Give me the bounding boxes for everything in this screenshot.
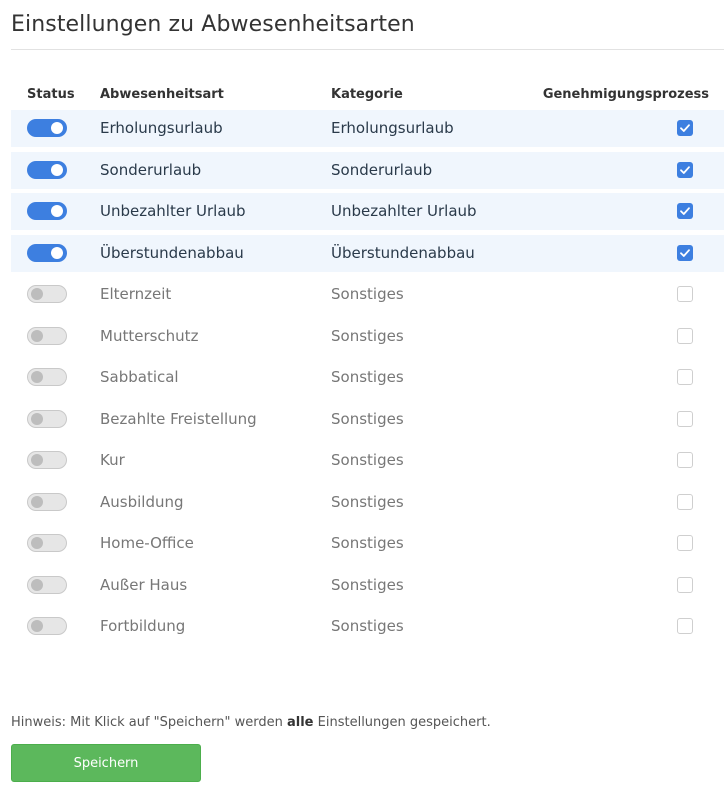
toggle-knob — [31, 578, 43, 591]
approval-checkbox[interactable] — [677, 493, 693, 510]
absence-type-name: Erholungsurlaub — [100, 119, 223, 137]
checkmark-icon — [680, 207, 690, 215]
table-row: Ausbildung Sonstiges — [11, 484, 724, 521]
absence-category: Sonstiges — [331, 285, 404, 303]
status-toggle[interactable] — [27, 285, 67, 303]
absence-type-name: Ausbildung — [100, 492, 184, 511]
absence-type-name: Kur — [100, 451, 125, 469]
approval-checkbox[interactable] — [677, 410, 693, 427]
status-toggle[interactable] — [27, 243, 67, 262]
approval-checkbox[interactable] — [677, 120, 693, 136]
toggle-knob — [31, 329, 43, 342]
save-hint-suffix: Einstellungen gespeichert. — [313, 715, 491, 730]
status-toggle[interactable] — [27, 119, 67, 137]
status-toggle[interactable] — [27, 326, 67, 345]
toggle-knob — [51, 163, 63, 176]
table-body: Erholungsurlaub Erholungsurlaub Sonderurla… — [11, 110, 724, 645]
absence-category: Sonstiges — [331, 534, 404, 552]
approval-checkbox[interactable] — [677, 244, 693, 261]
table-row: Sonderurlaub Sonderurlaub — [11, 151, 724, 189]
table-header: Status Abwesenheitsart Kategorie Genehmi… — [11, 84, 724, 110]
save-hint-prefix: Hinweis: Mit Klick auf "Speichern" werde… — [11, 715, 287, 730]
absence-category: Sonstiges — [331, 575, 404, 594]
approval-checkbox[interactable] — [677, 203, 693, 219]
absence-type-name: Unbezahlter Urlaub — [100, 202, 246, 220]
table-row: Kur Sonstiges — [11, 442, 724, 479]
absence-category: Sonstiges — [331, 409, 404, 428]
approval-checkbox[interactable] — [677, 286, 693, 302]
absence-type-name: Mutterschutz — [100, 326, 199, 345]
title-divider — [11, 49, 724, 50]
absence-category: Sonstiges — [331, 368, 404, 386]
absence-types-table: Status Abwesenheitsart Kategorie Genehmi… — [11, 84, 724, 650]
table-row: Außer Haus Sonstiges — [11, 567, 724, 604]
absence-category: Sonstiges — [331, 451, 404, 469]
table-row: Elternzeit Sonstiges — [11, 276, 724, 313]
absence-type-name: Elternzeit — [100, 285, 172, 303]
status-toggle[interactable] — [27, 409, 67, 428]
absence-type-name: Sonderurlaub — [100, 160, 202, 179]
checkmark-icon — [680, 248, 690, 257]
absence-category: Sonstiges — [331, 326, 404, 345]
status-toggle[interactable] — [27, 534, 67, 552]
toggle-knob — [51, 122, 63, 134]
absence-category: Sonstiges — [331, 492, 404, 511]
table-row: Erholungsurlaub Erholungsurlaub — [11, 110, 724, 147]
header-category: Kategorie — [331, 87, 403, 102]
status-toggle[interactable] — [27, 202, 67, 220]
approval-checkbox[interactable] — [677, 327, 693, 344]
table-row: Sabbatical Sonstiges — [11, 359, 724, 396]
toggle-knob — [31, 620, 43, 632]
status-toggle[interactable] — [27, 160, 67, 179]
absence-type-name: Fortbildung — [100, 617, 186, 635]
table-row: Fortbildung Sonstiges — [11, 608, 724, 645]
save-button[interactable]: Speichern — [11, 744, 201, 782]
save-hint: Hinweis: Mit Klick auf "Speichern" werde… — [11, 715, 491, 730]
approval-checkbox[interactable] — [677, 161, 693, 178]
absence-type-name: Außer Haus — [100, 575, 188, 594]
approval-checkbox[interactable] — [677, 535, 693, 551]
toggle-knob — [31, 537, 43, 549]
toggle-knob — [51, 205, 63, 217]
status-toggle[interactable] — [27, 492, 67, 511]
toggle-knob — [31, 454, 43, 466]
toggle-knob — [31, 288, 43, 300]
absence-category: Erholungsurlaub — [331, 119, 454, 137]
toggle-knob — [51, 246, 63, 259]
approval-checkbox[interactable] — [677, 576, 693, 593]
table-row: Unbezahlter Urlaub Unbezahlter Urlaub — [11, 193, 724, 230]
status-toggle[interactable] — [27, 617, 67, 635]
header-status: Status — [27, 87, 75, 102]
save-hint-bold: alle — [287, 715, 314, 730]
absence-type-name: Bezahlte Freistellung — [100, 409, 257, 428]
table-row: Mutterschutz Sonstiges — [11, 318, 724, 355]
header-approval-process: Genehmigungsprozess — [542, 87, 709, 102]
status-toggle[interactable] — [27, 368, 67, 386]
header-absence-type: Abwesenheitsart — [100, 87, 224, 102]
toggle-knob — [31, 412, 43, 425]
status-toggle[interactable] — [27, 451, 67, 469]
toggle-knob — [31, 495, 43, 508]
checkmark-icon — [680, 165, 690, 174]
approval-checkbox[interactable] — [677, 369, 693, 385]
table-row: Überstundenabbau Überstundenabbau — [11, 234, 724, 272]
absence-category: Unbezahlter Urlaub — [331, 202, 477, 220]
absence-category: Sonstiges — [331, 617, 404, 635]
absence-type-name: Überstundenabbau — [100, 243, 244, 262]
table-row: Bezahlte Freistellung Sonstiges — [11, 401, 724, 438]
table-row: Home-Office Sonstiges — [11, 525, 724, 562]
absence-category: Sonderurlaub — [331, 160, 433, 179]
checkmark-icon — [680, 124, 690, 132]
status-toggle[interactable] — [27, 575, 67, 594]
absence-category: Überstundenabbau — [331, 243, 475, 262]
absence-type-name: Sabbatical — [100, 368, 179, 386]
approval-checkbox[interactable] — [677, 452, 693, 468]
approval-checkbox[interactable] — [677, 618, 693, 634]
absence-type-name: Home-Office — [100, 534, 194, 552]
toggle-knob — [31, 371, 43, 383]
page-title: Einstellungen zu Abwesenheitsarten — [11, 12, 415, 37]
